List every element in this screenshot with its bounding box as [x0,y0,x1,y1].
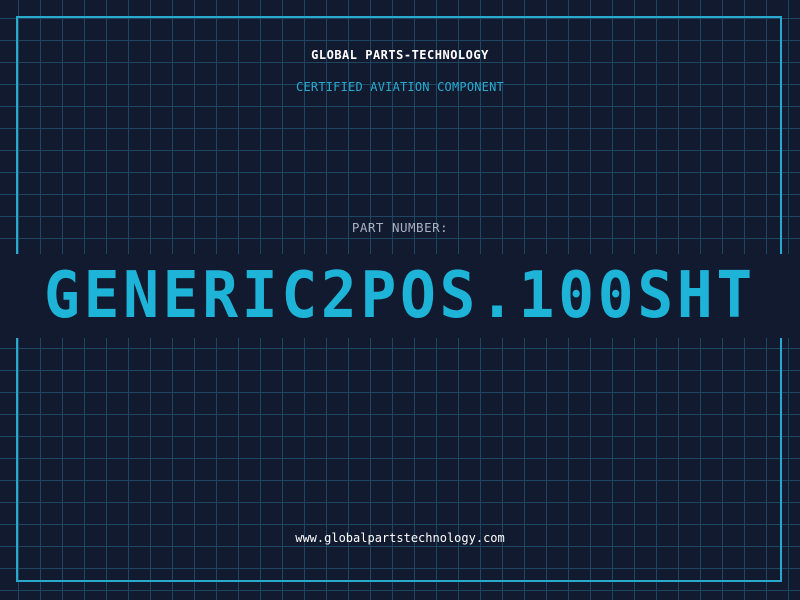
part-number-value: GENERIC2POS.100SHT [44,259,756,333]
website-url[interactable]: www.globalpartstechnology.com [0,531,800,545]
part-number-label: PART NUMBER: [351,220,449,235]
certification-subtitle: CERTIFIED AVIATION COMPONENT [296,80,504,94]
part-card-canvas: GLOBAL PARTS-TECHNOLOGY CERTIFIED AVIATI… [0,0,800,600]
company-name: GLOBAL PARTS-TECHNOLOGY [311,48,489,62]
